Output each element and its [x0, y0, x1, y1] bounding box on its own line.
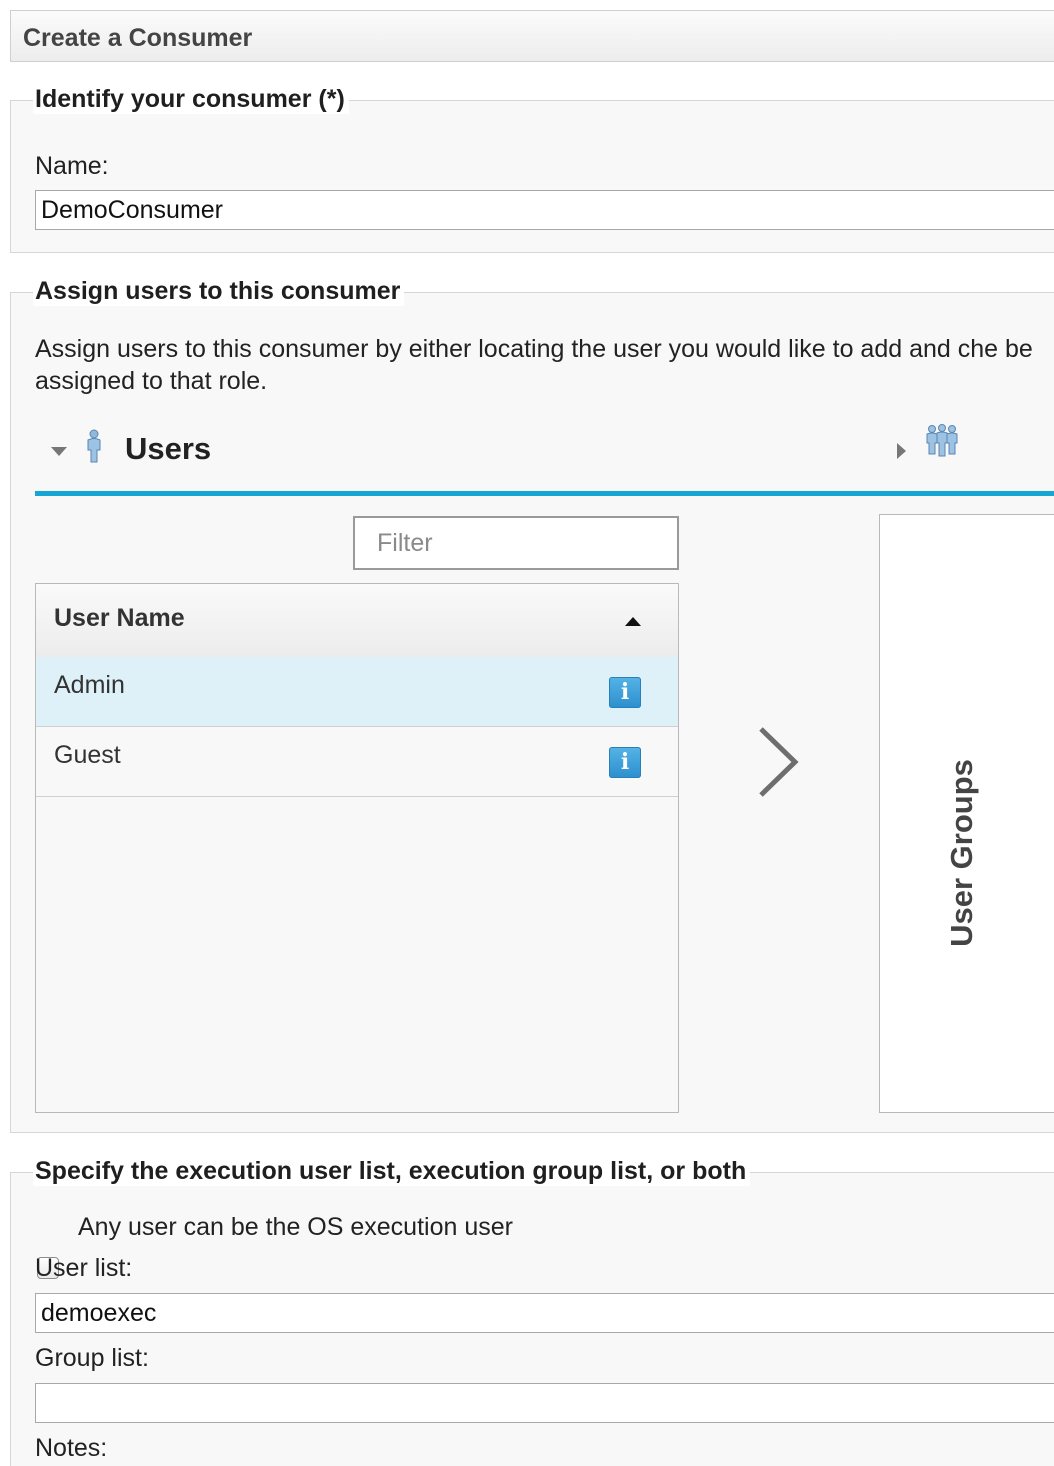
user-list-label: User list: — [35, 1254, 133, 1282]
table-row[interactable]: Guest — [36, 727, 678, 797]
users-tab-title[interactable]: Users — [125, 431, 211, 467]
info-icon[interactable] — [609, 677, 641, 708]
group-list-input[interactable] — [35, 1383, 1054, 1423]
execution-legend: Specify the execution user list, executi… — [33, 1157, 751, 1186]
user-name-column-header[interactable]: User Name — [36, 584, 678, 658]
user-groups-label: User Groups — [944, 759, 979, 947]
chevron-right-icon[interactable] — [751, 725, 801, 799]
user-list-input[interactable] — [35, 1293, 1054, 1333]
expand-triangle-icon[interactable] — [897, 443, 906, 459]
filter-input[interactable] — [353, 516, 679, 570]
assign-users-description: Assign users to this consumer by either … — [35, 335, 1033, 395]
users-tab-header: Users — [35, 423, 1054, 496]
users-table: User Name Admin Guest — [35, 583, 679, 1113]
assign-users-section: Assign users to this consumer Assign use… — [10, 277, 1054, 1133]
info-icon[interactable] — [609, 747, 641, 778]
name-label: Name: — [35, 152, 109, 180]
create-consumer-page: Create a Consumer Identify your consumer… — [0, 0, 1054, 1466]
user-icon — [87, 429, 101, 463]
consumer-name-input[interactable] — [35, 190, 1054, 230]
table-row[interactable]: Admin — [36, 657, 678, 727]
page-title-bar: Create a Consumer — [10, 10, 1054, 62]
user-name-cell: Admin — [54, 671, 125, 699]
page-title: Create a Consumer — [23, 24, 253, 52]
execution-section: Specify the execution user list, executi… — [10, 1157, 1054, 1466]
identify-consumer-legend: Identify your consumer (*) — [33, 85, 349, 114]
any-user-checkbox-label: Any user can be the OS execution user — [78, 1213, 513, 1241]
notes-label: Notes: — [35, 1434, 108, 1462]
identify-consumer-section: Identify your consumer (*) Name: — [10, 85, 1054, 253]
collapse-triangle-icon[interactable] — [51, 447, 67, 456]
assign-users-legend: Assign users to this consumer — [33, 277, 405, 306]
user-groups-label-wrap: User Groups — [942, 755, 982, 955]
user-name-cell: Guest — [54, 741, 121, 769]
group-list-label: Group list: — [35, 1344, 149, 1372]
user-groups-panel[interactable]: User Groups — [879, 514, 1054, 1113]
user-group-icon[interactable] — [923, 423, 961, 461]
sort-ascending-icon[interactable] — [625, 617, 641, 626]
user-name-header-label: User Name — [54, 604, 185, 632]
